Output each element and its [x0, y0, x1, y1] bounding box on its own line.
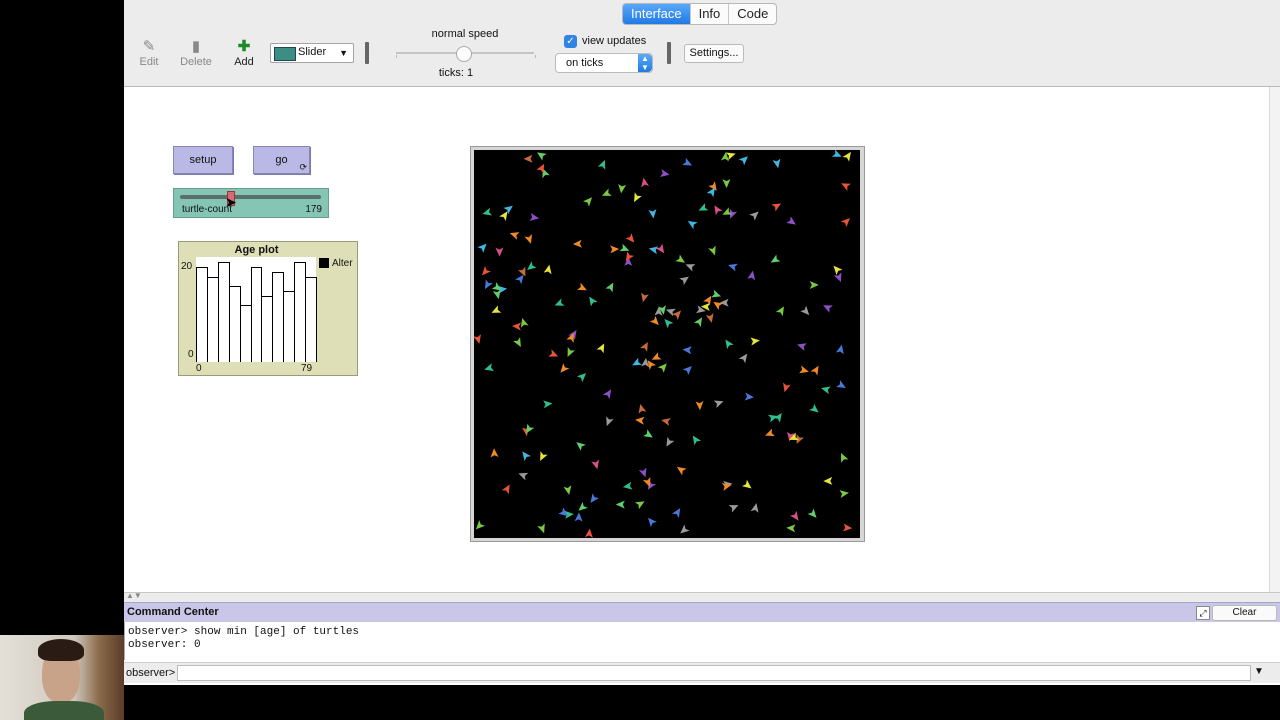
view-updates-checkbox[interactable]: ✓: [564, 35, 577, 48]
add-button[interactable]: ✚ Add: [224, 38, 264, 68]
plot-x-min: 0: [196, 363, 202, 374]
plot-title: Age plot: [234, 244, 279, 256]
speed-slider-knob[interactable]: [456, 46, 472, 62]
netlogo-window: Interface Info Code ✎ Edit ▮ Delete ✚ Ad…: [124, 0, 1280, 685]
plot-y-max: 20: [181, 261, 193, 272]
edit-button[interactable]: ✎ Edit: [129, 38, 169, 68]
history-dropdown-icon[interactable]: ▼: [1254, 666, 1264, 677]
slider-value: 179: [305, 204, 322, 215]
ticks-counter: ticks: 1: [438, 67, 474, 79]
webcam-overlay: [0, 635, 124, 720]
plot-canvas: [196, 257, 317, 362]
delete-button[interactable]: ▮ Delete: [176, 38, 216, 68]
slider-widget-icon: [274, 47, 296, 61]
observer-prompt[interactable]: observer>: [126, 667, 175, 679]
command-input[interactable]: [177, 665, 1251, 681]
setup-label: setup: [189, 154, 217, 166]
command-input-row: observer> ▼: [124, 662, 1280, 683]
forever-icon: ⟳: [299, 162, 307, 172]
expand-icon[interactable]: ⤢: [1196, 606, 1210, 620]
output-line: observer: 0: [128, 639, 201, 651]
histogram-bar: [305, 276, 317, 362]
add-label: Add: [234, 56, 254, 68]
command-center-title: Command Center: [127, 606, 219, 618]
tab-bar: Interface Info Code: [622, 3, 778, 25]
slider-track[interactable]: [180, 195, 321, 199]
speed-label: normal speed: [431, 28, 499, 40]
tab-info[interactable]: Info: [689, 4, 729, 24]
go-label: go: [275, 154, 288, 166]
plot-x-max: 79: [301, 363, 313, 374]
output-line: observer> show min [age] of turtles: [128, 626, 360, 638]
delete-label: Delete: [180, 56, 212, 68]
tab-code[interactable]: Code: [728, 4, 776, 24]
plot-y-min: 0: [188, 349, 194, 360]
setup-button[interactable]: setup: [173, 146, 233, 174]
trash-icon: ▮: [191, 38, 201, 55]
pencil-icon: ✎: [142, 38, 156, 55]
age-plot: Age plot 20 0 0 79 Alter: [178, 241, 358, 376]
settings-button[interactable]: Settings...: [684, 44, 744, 63]
edit-label: Edit: [139, 56, 159, 68]
legend-label: Alter: [332, 258, 353, 269]
toolbar-separator: [365, 42, 369, 64]
person-shirt: [24, 701, 104, 720]
updown-arrows-icon: ▲ ▼: [638, 54, 652, 72]
widget-type-chooser[interactable]: Slider ▼: [270, 43, 354, 63]
clear-button[interactable]: Clear: [1212, 605, 1277, 621]
update-mode-select[interactable]: on ticks ▲ ▼: [555, 53, 653, 73]
go-button[interactable]: go ⟳: [253, 146, 310, 174]
vertical-scrollbar[interactable]: [1269, 87, 1280, 592]
widget-type-label: Slider: [298, 46, 327, 58]
toolbar: Interface Info Code ✎ Edit ▮ Delete ✚ Ad…: [124, 0, 1280, 87]
turtle-count-slider[interactable]: turtle-count 179: [173, 188, 329, 218]
tab-interface[interactable]: Interface: [623, 4, 690, 24]
collapse-arrows-icon[interactable]: ▲▼: [126, 591, 142, 600]
mouse-cursor-icon: ➤: [225, 194, 237, 210]
chevron-down-icon: ▼: [339, 48, 348, 58]
person-hair: [38, 639, 84, 661]
legend-swatch: [319, 258, 329, 268]
command-center-output: observer> show min [age] of turtles obser…: [124, 622, 1274, 660]
world-canvas[interactable]: [474, 150, 860, 538]
view-updates-label: view updates: [582, 35, 647, 47]
toolbar-separator: [667, 42, 671, 64]
world-view[interactable]: [470, 146, 865, 542]
command-center-header: Command Center ⤢ Clear: [124, 602, 1280, 622]
plus-icon: ✚: [237, 38, 251, 55]
update-mode-value: on ticks: [566, 57, 604, 69]
